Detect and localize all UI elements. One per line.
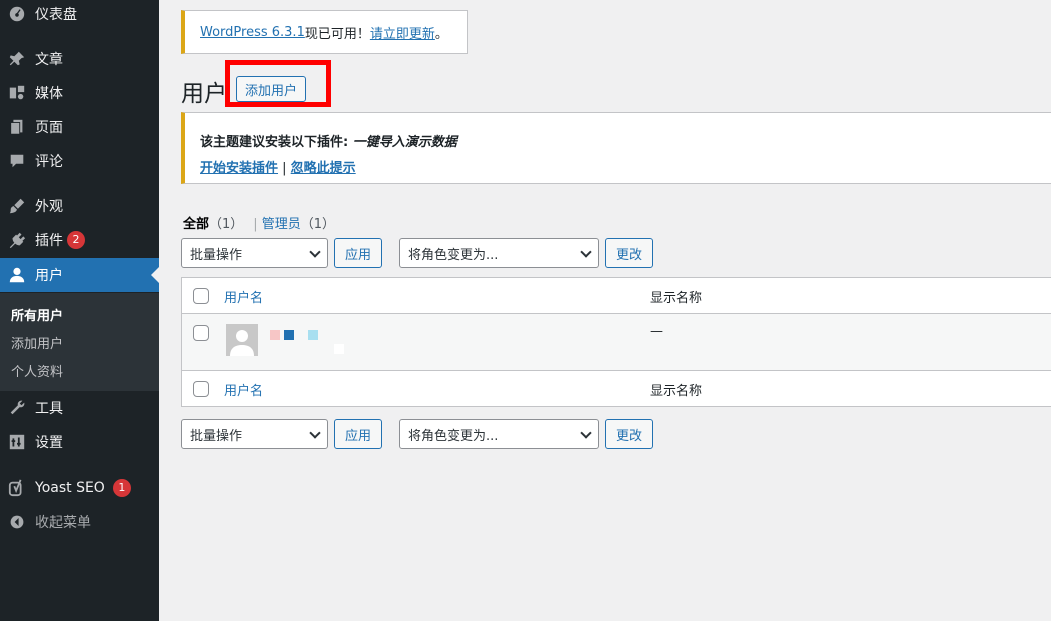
change-role-button-top[interactable]: 更改 — [605, 238, 653, 268]
avatar — [226, 324, 258, 356]
column-display-name-footer: 显示名称 — [650, 384, 703, 399]
update-now-link[interactable]: 请立即更新 — [370, 23, 435, 42]
username-redacted[interactable] — [262, 318, 352, 358]
filter-administrator[interactable]: 管理员 — [262, 217, 301, 232]
menu-pages[interactable]: 页面 — [0, 110, 159, 144]
yoast-badge: 1 — [112, 479, 131, 497]
redaction-pixel — [270, 330, 280, 340]
plugin-notice-text: 该主题建议安装以下插件: — [200, 135, 353, 150]
change-role-value: 将角色变更为... — [408, 247, 499, 263]
menu-label: Yoast SEO — [35, 480, 105, 496]
pin-icon — [0, 50, 34, 68]
plugin-notice-separator: | — [278, 161, 291, 176]
plugin-icon — [0, 231, 34, 249]
menu-users[interactable]: 用户 — [0, 258, 159, 292]
page-icon — [0, 118, 34, 136]
menu-label: 收起菜单 — [35, 515, 91, 531]
menu-label: 媒体 — [35, 86, 63, 102]
users-submenu: 所有用户 添加用户 个人资料 — [0, 293, 159, 391]
menu-plugins[interactable]: 插件 2 — [0, 223, 159, 257]
plugin-recommendation-notice: 该主题建议安装以下插件: 一键导入演示数据 开始安装插件 | 忽略此提示 — [181, 112, 1051, 184]
bulk-action-value: 批量操作 — [190, 428, 243, 444]
submenu-all-users[interactable]: 所有用户 — [11, 305, 63, 324]
user-icon — [0, 266, 34, 284]
menu-label: 设置 — [35, 435, 63, 451]
yoast-icon — [0, 479, 34, 497]
admin-sidebar: 仪表盘 文章 媒体 页面 评论 外观 插件 2 用户 所有用户 添加用户 个人资… — [0, 0, 159, 621]
column-username-footer[interactable]: 用户名 — [224, 380, 263, 399]
settings-icon — [0, 433, 34, 451]
bulk-action-select-bottom[interactable]: 批量操作 — [181, 419, 328, 449]
filter-admin-count: （1） — [300, 217, 335, 232]
menu-dashboard[interactable]: 仪表盘 — [0, 0, 159, 31]
column-username-header[interactable]: 用户名 — [224, 287, 263, 306]
wordpress-version-link[interactable]: WordPress 6.3.1 — [200, 25, 305, 40]
filter-all-count: （1） — [209, 217, 244, 232]
filter-all[interactable]: 全部 — [183, 217, 209, 232]
menu-label: 文章 — [35, 52, 63, 68]
plugins-update-badge: 2 — [67, 231, 85, 249]
update-notice-text: 现已可用！ — [304, 26, 370, 42]
comment-icon — [0, 152, 34, 170]
menu-label: 工具 — [35, 401, 63, 417]
role-filter-links: 全部（1） | 管理员（1） — [183, 213, 335, 232]
plugin-notice-actions: 开始安装插件 | 忽略此提示 — [200, 157, 356, 176]
menu-label: 用户 — [35, 268, 63, 284]
redaction-pixel — [334, 344, 344, 354]
redaction-pixel — [284, 330, 294, 340]
update-notice-period: 。 — [434, 26, 448, 42]
update-notice: WordPress 6.3.1 现已可用！ 请立即更新 。 — [181, 10, 468, 54]
table-header: 用户名 显示名称 — [182, 278, 1051, 313]
table-footer: 用户名 显示名称 — [182, 371, 1051, 407]
chevron-down-icon — [309, 427, 321, 439]
add-user-button[interactable]: 添加用户 — [236, 76, 306, 102]
menu-tools[interactable]: 工具 — [0, 391, 159, 425]
collapse-menu-button[interactable]: 收起菜单 — [0, 505, 159, 539]
apply-button-top[interactable]: 应用 — [334, 238, 382, 268]
row-checkbox[interactable] — [193, 325, 209, 341]
bulk-action-select-top[interactable]: 批量操作 — [181, 238, 328, 268]
menu-label: 页面 — [35, 120, 63, 136]
change-role-select-bottom[interactable]: 将角色变更为... — [399, 419, 599, 449]
active-menu-arrow — [151, 267, 159, 283]
dismiss-notice-link[interactable]: 忽略此提示 — [291, 161, 356, 176]
menu-label: 仪表盘 — [35, 7, 77, 23]
menu-yoast-seo[interactable]: Yoast SEO 1 — [0, 471, 159, 505]
menu-media[interactable]: 媒体 — [0, 76, 159, 110]
dashboard-icon — [0, 5, 34, 23]
submenu-add-user[interactable]: 添加用户 — [11, 333, 63, 352]
chevron-down-icon — [580, 246, 592, 258]
chevron-down-icon — [580, 427, 592, 439]
select-all-checkbox-footer[interactable] — [193, 381, 209, 397]
menu-comments[interactable]: 评论 — [0, 144, 159, 178]
menu-settings[interactable]: 设置 — [0, 425, 159, 459]
collapse-icon — [0, 514, 34, 530]
plugin-notice-message: 该主题建议安装以下插件: 一键导入演示数据 — [200, 131, 457, 150]
menu-label: 外观 — [35, 199, 63, 215]
apply-button-bottom[interactable]: 应用 — [334, 419, 382, 449]
media-icon — [0, 84, 34, 102]
menu-label: 插件 — [35, 233, 63, 249]
column-display-name-header: 显示名称 — [650, 291, 703, 306]
menu-posts[interactable]: 文章 — [0, 42, 159, 76]
brush-icon — [0, 197, 34, 215]
row-display-name: — — [650, 324, 663, 339]
menu-appearance[interactable]: 外观 — [0, 189, 159, 223]
filter-separator: | — [253, 217, 258, 232]
change-role-button-bottom[interactable]: 更改 — [605, 419, 653, 449]
table-row: — — [182, 313, 1051, 371]
install-plugins-link[interactable]: 开始安装插件 — [200, 161, 278, 176]
select-all-checkbox[interactable] — [193, 288, 209, 304]
bulk-action-value: 批量操作 — [190, 247, 243, 263]
change-role-value: 将角色变更为... — [408, 428, 499, 444]
change-role-select-top[interactable]: 将角色变更为... — [399, 238, 599, 268]
redaction-pixel — [308, 330, 318, 340]
submenu-profile[interactable]: 个人资料 — [11, 361, 63, 380]
recommended-plugin-name: 一键导入演示数据 — [352, 135, 457, 150]
chevron-down-icon — [309, 246, 321, 258]
wrench-icon — [0, 399, 34, 417]
users-table: 用户名 显示名称 — 用户名 显示名称 — [181, 277, 1051, 407]
menu-label: 评论 — [35, 154, 63, 170]
page-title: 用户 — [181, 81, 227, 107]
